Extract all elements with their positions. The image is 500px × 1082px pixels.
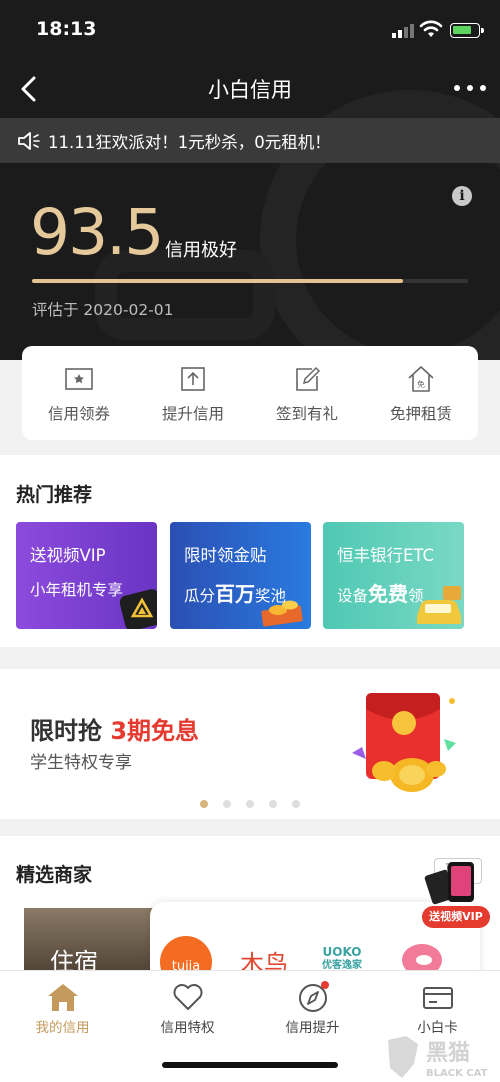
card-subtitle-pre: 设备 [337, 587, 369, 605]
vip-logo-icon [120, 589, 157, 629]
quick-actions: 信用领券 提升信用 签到有礼 免 免押租赁 [22, 346, 478, 440]
car-icon [417, 586, 461, 624]
notice-text: 11.11狂欢派对！1元秒杀，0元租机！ [48, 132, 331, 152]
phone-gift-icon [424, 862, 474, 905]
score-progress-fill [32, 279, 403, 283]
status-bar: 18:13 [0, 0, 500, 60]
card-title: 送视频VIP [30, 546, 106, 565]
info-icon[interactable]: i [452, 186, 472, 206]
score-progress [32, 279, 468, 283]
notice-bar[interactable]: 11.11狂欢派对！1元秒杀，0元租机！ [0, 118, 500, 163]
quick-label: 提升信用 [161, 405, 224, 423]
card-subtitle-big: 免费 [368, 582, 409, 606]
quick-item-rental[interactable]: 免 免押租赁 [364, 346, 478, 440]
quick-item-signin[interactable]: 签到有礼 [250, 346, 364, 440]
quick-item-improve[interactable]: 提升信用 [136, 346, 250, 440]
tab-privileges[interactable]: 信用特权 [125, 971, 250, 1041]
hot-title: 热门推荐 [16, 484, 93, 506]
more-icon[interactable] [454, 76, 486, 100]
promo-subtitle: 学生特权专享 [30, 753, 132, 773]
tab-label: 信用特权 [160, 1020, 215, 1036]
watermark-sub: BLACK CAT [426, 1068, 488, 1079]
quick-label: 签到有礼 [275, 405, 338, 423]
page-title: 小白信用 [208, 78, 292, 102]
hot-card-etc[interactable]: 恒丰银行ETC 设备免费领 [323, 522, 464, 629]
status-time: 18:13 [36, 18, 97, 40]
coin-stack-icon [261, 600, 303, 627]
svg-text:免: 免 [417, 379, 425, 389]
home-indicator [162, 1062, 338, 1068]
brand-uoko-name: UOKO [322, 945, 362, 959]
card-subtitle: 小年租机专享 [30, 581, 124, 599]
carousel-dot[interactable] [292, 800, 300, 808]
tab-my-credit[interactable]: 我的信用 [0, 971, 125, 1041]
signal-icon [392, 24, 414, 38]
watermark-logo: 黑猫 BLACK CAT [388, 1036, 488, 1079]
credit-page: 18:13 小白信用 11.11狂欢派对！1元秒杀，0元租机！ i 93.5 信… [0, 0, 500, 1082]
tab-label: 我的信用 [35, 1020, 90, 1036]
watermark-text: 黑猫 [426, 1041, 470, 1066]
hot-card-vip[interactable]: 送视频VIP 小年租机专享 [16, 522, 157, 629]
credit-level: 信用极好 [165, 240, 237, 261]
wifi-icon [419, 20, 443, 37]
promo-highlight: 3期免息 [110, 717, 200, 745]
speaker-icon [18, 131, 40, 150]
card-subtitle-big: 百万 [215, 582, 256, 606]
nav-bar: 小白信用 [0, 60, 500, 118]
evaluation-date: 评估于 2020-02-01 [32, 301, 174, 319]
brand-uoko: UOKO 优客逸家 [322, 946, 362, 972]
carousel-dot[interactable] [246, 800, 254, 808]
home-icon [47, 984, 78, 1011]
tab-card[interactable]: 小白卡 [375, 971, 500, 1041]
compass-icon [298, 981, 329, 1012]
promo-title-main: 限时抢 [30, 717, 102, 745]
carousel-dot[interactable] [269, 800, 277, 808]
card-icon [422, 987, 453, 1009]
merchant-lodging-card[interactable]: 住宿 [24, 908, 154, 978]
carousel-dots [0, 800, 500, 808]
tab-label: 信用提升 [285, 1020, 340, 1036]
coupon-icon [65, 368, 93, 390]
tab-improve[interactable]: 信用提升 [250, 971, 375, 1041]
hot-card-gold[interactable]: 限时领金贴 瓜分百万奖池 [170, 522, 311, 629]
upload-icon [181, 367, 205, 391]
tab-label: 小白卡 [417, 1020, 458, 1036]
heart-icon [173, 984, 202, 1010]
quick-label: 免押租赁 [389, 405, 452, 423]
float-vip-label: 送视频VIP [422, 906, 490, 928]
promo-banner[interactable]: 限时抢 3期免息 学生特权专享 [0, 669, 500, 819]
card-subtitle-pre: 瓜分 [184, 587, 216, 605]
carousel-dot[interactable] [223, 800, 231, 808]
credit-score: 93.5 [30, 196, 164, 269]
promo-title: 限时抢 3期免息 [30, 711, 199, 746]
red-envelope-icon [352, 693, 456, 792]
carousel-dot[interactable] [200, 800, 208, 808]
quick-label: 信用领券 [47, 405, 110, 423]
card-title: 恒丰银行ETC [337, 546, 435, 565]
float-vip-badge[interactable]: 送视频VIP [420, 858, 492, 930]
merchant-title: 精选商家 [16, 864, 93, 886]
house-icon: 免 [408, 366, 434, 392]
card-title: 限时领金贴 [184, 546, 267, 565]
edit-icon [296, 366, 321, 391]
quick-item-coupon[interactable]: 信用领券 [22, 346, 136, 440]
battery-icon [450, 23, 484, 38]
